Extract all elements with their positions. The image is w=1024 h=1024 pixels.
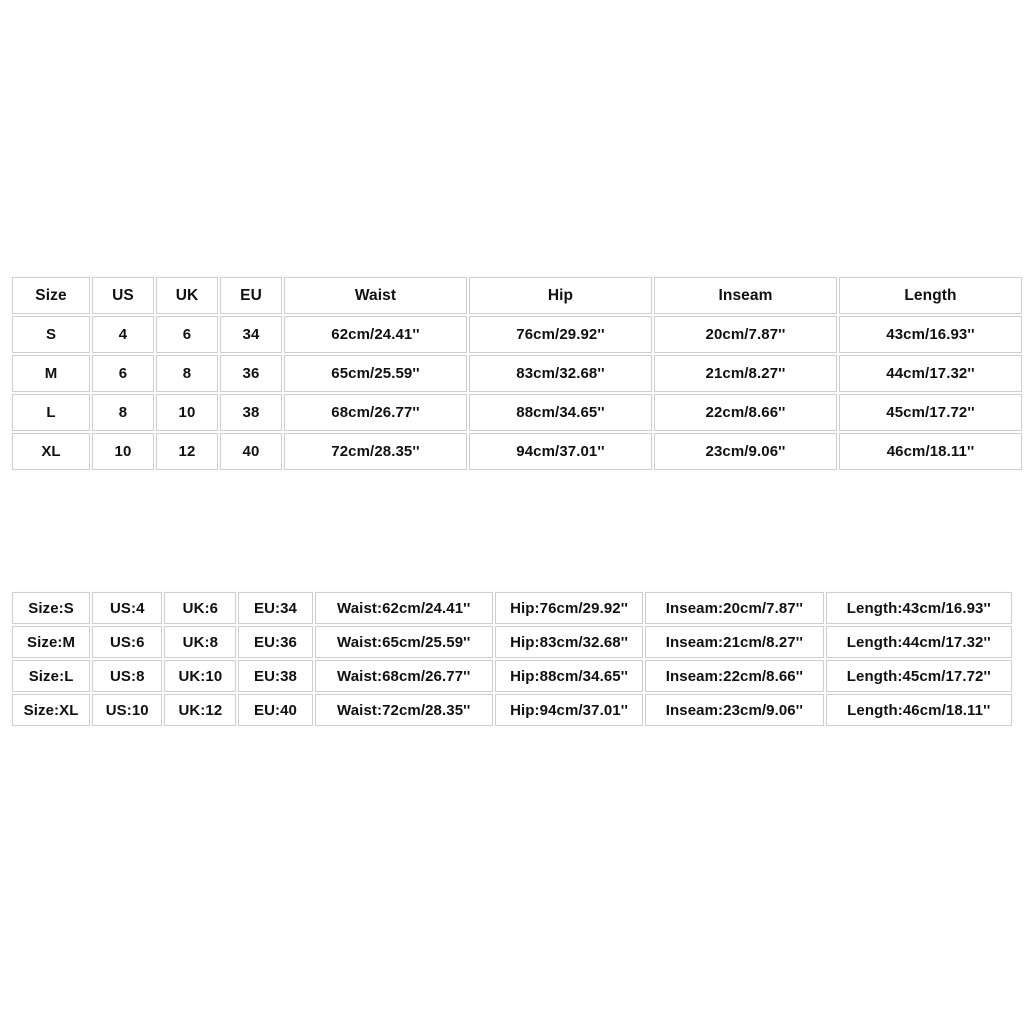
- cell-waist: 62cm/24.41'': [284, 316, 467, 353]
- cell-eu: EU:36: [238, 626, 313, 658]
- cell-eu: EU:40: [238, 694, 313, 726]
- cell-inseam: 22cm/8.66'': [654, 394, 837, 431]
- cell-hip: Hip:83cm/32.68'': [494, 626, 644, 658]
- table-row: Size:M US:6 UK:8 EU:36 Waist:65cm/25.59'…: [12, 626, 1012, 658]
- cell-length: Length:43cm/16.93'': [825, 592, 1012, 624]
- cell-waist: Waist:72cm/28.35'': [314, 694, 493, 726]
- cell-us: 8: [92, 394, 154, 431]
- cell-eu: 40: [220, 433, 282, 470]
- cell-waist: Waist:65cm/25.59'': [314, 626, 493, 658]
- cell-hip: Hip:94cm/37.01'': [494, 694, 644, 726]
- cell-us: US:4: [92, 592, 163, 624]
- cell-size: Size:L: [12, 660, 91, 692]
- table-row: XL 10 12 40 72cm/28.35'' 94cm/37.01'' 23…: [12, 433, 1022, 470]
- cell-eu: 34: [220, 316, 282, 353]
- cell-size: Size:M: [12, 626, 91, 658]
- size-chart-table: Size US UK EU Waist Hip Inseam Length S …: [10, 275, 1024, 472]
- size-chart-page: Size US UK EU Waist Hip Inseam Length S …: [0, 0, 1024, 1024]
- cell-length: 44cm/17.32'': [839, 355, 1022, 392]
- cell-size: S: [12, 316, 90, 353]
- cell-uk: 8: [156, 355, 218, 392]
- cell-length: Length:44cm/17.32'': [825, 626, 1012, 658]
- cell-length: 46cm/18.11'': [839, 433, 1022, 470]
- cell-size: Size:S: [12, 592, 91, 624]
- cell-hip: Hip:88cm/34.65'': [494, 660, 644, 692]
- cell-us: 4: [92, 316, 154, 353]
- cell-length: Length:46cm/18.11'': [825, 694, 1012, 726]
- cell-hip: Hip:76cm/29.92'': [494, 592, 644, 624]
- cell-us: 6: [92, 355, 154, 392]
- cell-size: M: [12, 355, 90, 392]
- cell-hip: 76cm/29.92'': [469, 316, 652, 353]
- cell-eu: 36: [220, 355, 282, 392]
- cell-waist: 68cm/26.77'': [284, 394, 467, 431]
- cell-size: Size:XL: [12, 694, 91, 726]
- column-header-hip: Hip: [469, 277, 652, 314]
- table-header-row: Size US UK EU Waist Hip Inseam Length: [12, 277, 1022, 314]
- cell-inseam: 21cm/8.27'': [654, 355, 837, 392]
- column-header-length: Length: [839, 277, 1022, 314]
- labelled-size-table: Size:S US:4 UK:6 EU:34 Waist:62cm/24.41'…: [10, 590, 1014, 728]
- cell-uk: 10: [156, 394, 218, 431]
- cell-inseam: Inseam:22cm/8.66'': [645, 660, 824, 692]
- column-header-us: US: [92, 277, 154, 314]
- column-header-inseam: Inseam: [654, 277, 837, 314]
- cell-eu: EU:38: [238, 660, 313, 692]
- cell-inseam: 23cm/9.06'': [654, 433, 837, 470]
- table-row: S 4 6 34 62cm/24.41'' 76cm/29.92'' 20cm/…: [12, 316, 1022, 353]
- cell-hip: 83cm/32.68'': [469, 355, 652, 392]
- table-row: Size:L US:8 UK:10 EU:38 Waist:68cm/26.77…: [12, 660, 1012, 692]
- cell-waist: Waist:62cm/24.41'': [314, 592, 493, 624]
- column-header-eu: EU: [220, 277, 282, 314]
- cell-waist: 72cm/28.35'': [284, 433, 467, 470]
- cell-us: 10: [92, 433, 154, 470]
- column-header-waist: Waist: [284, 277, 467, 314]
- cell-hip: 88cm/34.65'': [469, 394, 652, 431]
- table-row: M 6 8 36 65cm/25.59'' 83cm/32.68'' 21cm/…: [12, 355, 1022, 392]
- cell-uk: 6: [156, 316, 218, 353]
- cell-uk: UK:10: [164, 660, 237, 692]
- cell-us: US:8: [92, 660, 163, 692]
- cell-uk: 12: [156, 433, 218, 470]
- cell-waist: 65cm/25.59'': [284, 355, 467, 392]
- cell-uk: UK:8: [164, 626, 237, 658]
- cell-size: L: [12, 394, 90, 431]
- cell-inseam: 20cm/7.87'': [654, 316, 837, 353]
- cell-length: 45cm/17.72'': [839, 394, 1022, 431]
- cell-us: US:6: [92, 626, 163, 658]
- cell-uk: UK:6: [164, 592, 237, 624]
- cell-length: Length:45cm/17.72'': [825, 660, 1012, 692]
- cell-size: XL: [12, 433, 90, 470]
- cell-hip: 94cm/37.01'': [469, 433, 652, 470]
- cell-inseam: Inseam:20cm/7.87'': [645, 592, 824, 624]
- cell-eu: 38: [220, 394, 282, 431]
- cell-length: 43cm/16.93'': [839, 316, 1022, 353]
- cell-waist: Waist:68cm/26.77'': [314, 660, 493, 692]
- column-header-size: Size: [12, 277, 90, 314]
- cell-uk: UK:12: [164, 694, 237, 726]
- cell-us: US:10: [92, 694, 163, 726]
- column-header-uk: UK: [156, 277, 218, 314]
- cell-eu: EU:34: [238, 592, 313, 624]
- table-row: Size:XL US:10 UK:12 EU:40 Waist:72cm/28.…: [12, 694, 1012, 726]
- table-row: Size:S US:4 UK:6 EU:34 Waist:62cm/24.41'…: [12, 592, 1012, 624]
- cell-inseam: Inseam:21cm/8.27'': [645, 626, 824, 658]
- cell-inseam: Inseam:23cm/9.06'': [645, 694, 824, 726]
- table-row: L 8 10 38 68cm/26.77'' 88cm/34.65'' 22cm…: [12, 394, 1022, 431]
